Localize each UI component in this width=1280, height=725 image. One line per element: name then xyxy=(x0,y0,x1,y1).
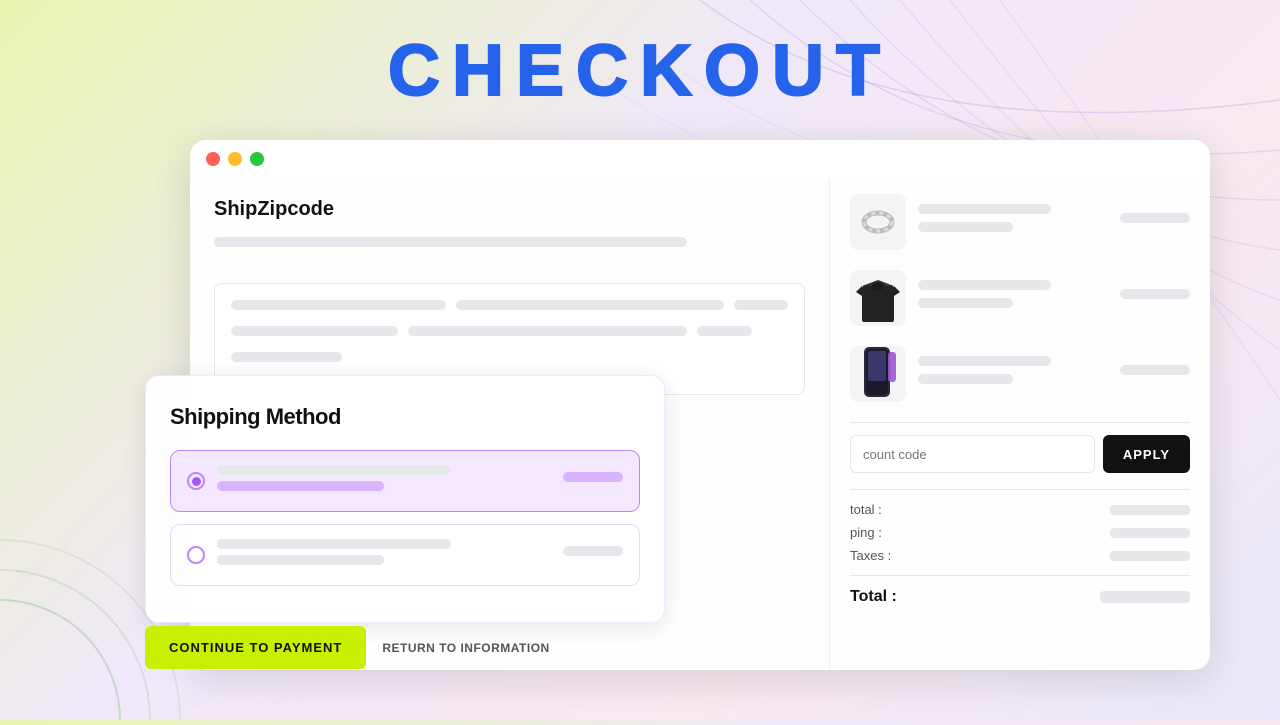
product-image-tshirt xyxy=(850,270,906,326)
product-item-phone xyxy=(850,346,1190,402)
radio-option-2[interactable] xyxy=(187,546,205,564)
skeleton xyxy=(563,472,623,482)
right-panel: APPLY total : ping : Taxes : Total : xyxy=(830,178,1210,668)
product-item-ring xyxy=(850,194,1190,250)
skeleton xyxy=(408,326,687,336)
ship-zipcode-title: ShipZipcode xyxy=(214,198,805,221)
skeleton xyxy=(217,481,384,491)
discount-code-input[interactable] xyxy=(850,435,1095,473)
shipping-option-2-price xyxy=(563,546,623,564)
shipping-option-2-details xyxy=(217,539,551,571)
shipping-method-title: Shipping Method xyxy=(170,404,640,430)
page-title: CHECKOUT xyxy=(0,30,1280,112)
subtotal-label: total : xyxy=(850,502,882,517)
window-close-btn[interactable] xyxy=(206,152,220,166)
product-price-tshirt xyxy=(1120,289,1190,307)
action-buttons: CONTINUE TO PAYMENT RETURN TO INFORMATIO… xyxy=(145,626,550,669)
shipping-option-1-details xyxy=(217,465,551,497)
skeleton xyxy=(918,280,1051,290)
subtotal-value xyxy=(1110,505,1190,515)
taxes-label: Taxes : xyxy=(850,548,891,563)
window-chrome xyxy=(190,140,1210,178)
skeleton xyxy=(1120,289,1190,299)
product-info-phone xyxy=(918,356,1108,392)
skeleton xyxy=(217,555,384,565)
skeleton xyxy=(231,300,446,310)
shipping-option-1[interactable] xyxy=(170,450,640,512)
divider xyxy=(850,422,1190,423)
product-image-phone xyxy=(850,346,906,402)
shipping-option-1-price xyxy=(563,472,623,490)
skeleton xyxy=(563,546,623,556)
skeleton-address-line1 xyxy=(214,237,687,247)
skeleton xyxy=(918,374,1013,384)
subtotal-row: total : xyxy=(850,502,1190,517)
skeleton xyxy=(734,300,788,310)
shipping-option-2[interactable] xyxy=(170,524,640,586)
total-label: Total : xyxy=(850,588,897,606)
skeleton xyxy=(231,326,398,336)
product-info-tshirt xyxy=(918,280,1108,316)
taxes-value xyxy=(1110,551,1190,561)
shipping-row: ping : xyxy=(850,525,1190,540)
discount-row: APPLY xyxy=(850,435,1190,473)
divider2 xyxy=(850,489,1190,490)
shipping-value xyxy=(1110,528,1190,538)
window-minimize-btn[interactable] xyxy=(228,152,242,166)
skeleton xyxy=(918,298,1013,308)
skeleton xyxy=(456,300,725,310)
product-item-tshirt xyxy=(850,270,1190,326)
shipping-method-card: Shipping Method xyxy=(145,375,665,623)
skeleton xyxy=(217,465,451,475)
continue-to-payment-button[interactable]: CONTINUE TO PAYMENT xyxy=(145,626,366,669)
apply-discount-button[interactable]: APPLY xyxy=(1103,435,1190,473)
skeleton xyxy=(217,539,451,549)
product-price-ring xyxy=(1120,213,1190,231)
product-info-ring xyxy=(918,204,1108,240)
product-price-phone xyxy=(1120,365,1190,383)
window-maximize-btn[interactable] xyxy=(250,152,264,166)
skeleton xyxy=(918,204,1051,214)
skeleton xyxy=(918,356,1051,366)
product-image-ring xyxy=(850,194,906,250)
skeleton xyxy=(697,326,753,336)
skeleton xyxy=(1120,365,1190,375)
total-value xyxy=(1100,591,1190,603)
shipping-label: ping : xyxy=(850,525,882,540)
taxes-row: Taxes : xyxy=(850,548,1190,563)
total-row: Total : xyxy=(850,575,1190,606)
skeleton xyxy=(918,222,1013,232)
radio-option-1[interactable] xyxy=(187,472,205,490)
skeleton xyxy=(1120,213,1190,223)
return-to-information-button[interactable]: RETURN TO INFORMATION xyxy=(382,641,549,655)
skeleton xyxy=(231,352,342,362)
